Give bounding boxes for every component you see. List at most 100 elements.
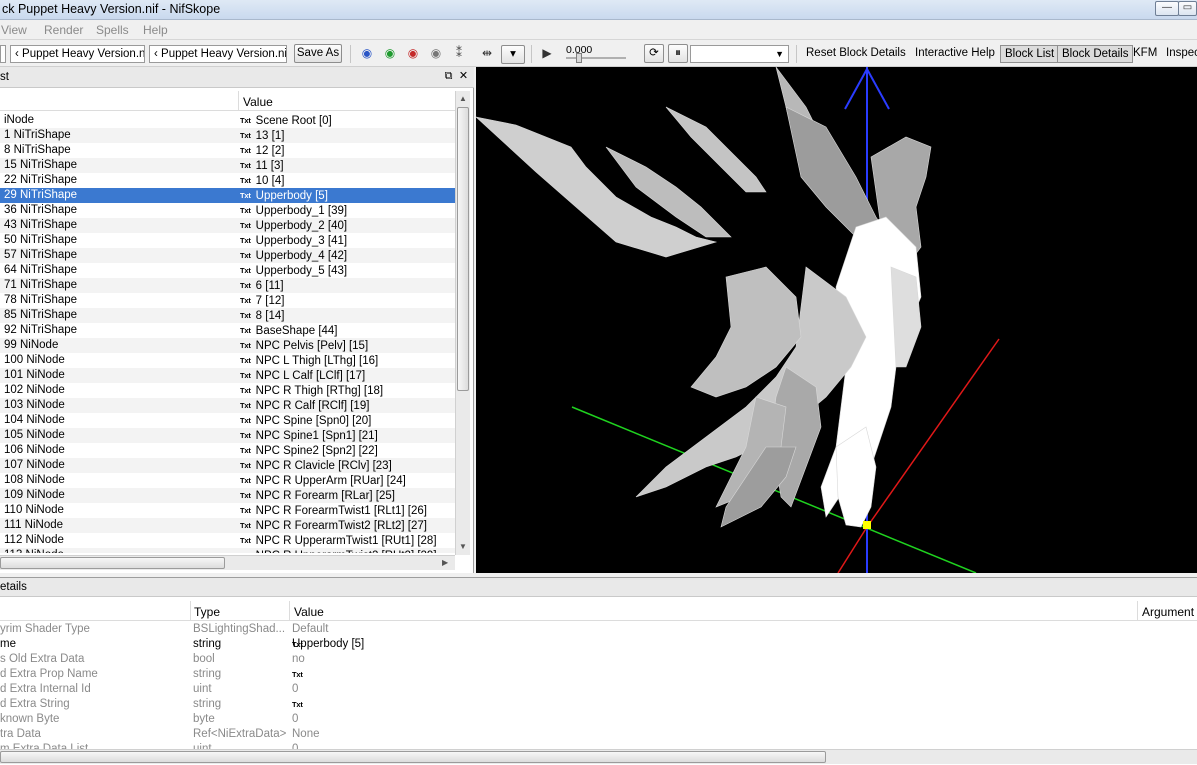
switch-icon[interactable]: ⏸ bbox=[668, 44, 688, 63]
row-value-text: NPC L Thigh [LThg] [16] bbox=[255, 355, 379, 367]
table-row[interactable]: yrim Shader Type BSLightingShad... Default bbox=[0, 622, 1197, 637]
maximize-button[interactable]: ▭ bbox=[1178, 1, 1197, 16]
table-row[interactable]: 111 NiNode Txt NPC R ForearmTwist2 [RLt2] … bbox=[0, 518, 455, 533]
menu-render[interactable]: Render bbox=[44, 23, 83, 37]
table-row[interactable]: 8 NiTriShape Txt 12 [2] bbox=[0, 143, 455, 158]
block-list-hscroll-thumb[interactable] bbox=[0, 557, 225, 569]
row-value: Txt 10 [4] bbox=[240, 173, 284, 189]
table-row[interactable]: 103 NiNode Txt NPC R Calf [RClf] [19] bbox=[0, 398, 455, 413]
table-row[interactable]: 22 NiTriShape Txt 10 [4] bbox=[0, 173, 455, 188]
block-details-toggle[interactable]: Block Details bbox=[1057, 45, 1134, 63]
table-row[interactable]: iNode Txt Scene Root [0] bbox=[0, 113, 455, 128]
reset-block-details-button[interactable]: Reset Block Details bbox=[806, 47, 906, 59]
block-details-hscroll-thumb[interactable] bbox=[0, 751, 826, 763]
table-row[interactable]: 109 NiNode Txt NPC R Forearm [RLar] [25] bbox=[0, 488, 455, 503]
table-row[interactable]: tra Data Ref<NiExtraData> None bbox=[0, 727, 1197, 742]
table-row[interactable]: 99 NiNode Txt NPC Pelvis [Pelv] [15] bbox=[0, 338, 455, 353]
eye-blue-icon[interactable]: ◉ bbox=[359, 46, 375, 60]
table-row[interactable]: 100 NiNode Txt NPC L Thigh [LThg] [16] bbox=[0, 353, 455, 368]
table-row[interactable]: 106 NiNode Txt NPC Spine2 [Spn2] [22] bbox=[0, 443, 455, 458]
table-row[interactable]: 108 NiNode Txt NPC R UpperArm [RUar] [24] bbox=[0, 473, 455, 488]
table-row[interactable]: 1 NiTriShape Txt 13 [1] bbox=[0, 128, 455, 143]
scroll-right-icon[interactable]: ▶ bbox=[442, 558, 448, 568]
table-row[interactable]: 29 NiTriShape Txt Upperbody [5] bbox=[0, 188, 455, 203]
menu-spells[interactable]: Spells bbox=[96, 23, 129, 37]
table-row[interactable]: 102 NiNode Txt NPC R Thigh [RThg] [18] bbox=[0, 383, 455, 398]
details-column-type[interactable]: Type bbox=[194, 605, 220, 619]
column-divider[interactable] bbox=[190, 601, 191, 621]
column-divider[interactable] bbox=[238, 91, 239, 111]
table-row[interactable]: d Extra String string Txt bbox=[0, 697, 1197, 712]
table-row[interactable]: d Extra Prop Name string Txt bbox=[0, 667, 1197, 682]
eye-red-icon[interactable]: ◉ bbox=[405, 46, 421, 60]
footprints-icon[interactable]: ⁑ bbox=[451, 46, 467, 60]
block-list-vscroll[interactable]: ▲ ▼ bbox=[455, 91, 470, 555]
row-value-text: 12 [2] bbox=[255, 145, 285, 157]
file-combo-save[interactable]: ‹ Puppet Heavy Version.nif bbox=[149, 45, 287, 63]
inspect-button[interactable]: Inspec bbox=[1166, 47, 1197, 59]
path-combo[interactable] bbox=[0, 45, 6, 63]
minimize-button[interactable]: — bbox=[1155, 1, 1179, 16]
save-as-button[interactable]: Save As bbox=[294, 44, 342, 63]
view-dropdown-button[interactable]: ▾ bbox=[501, 45, 525, 64]
close-icon[interactable]: ✕ bbox=[457, 70, 470, 83]
detail-name: s Old Extra Data bbox=[0, 653, 85, 665]
row-value-text: Upperbody_5 [43] bbox=[255, 265, 348, 277]
table-row[interactable]: 78 NiTriShape Txt 7 [12] bbox=[0, 293, 455, 308]
align-icon[interactable]: ⇹ bbox=[479, 46, 495, 60]
table-row[interactable]: 105 NiNode Txt NPC Spine1 [Spn1] [21] bbox=[0, 428, 455, 443]
table-row[interactable]: 112 NiNode Txt NPC R UpperarmTwist1 [RUt1]… bbox=[0, 533, 455, 548]
float-icon[interactable]: ⧉ bbox=[442, 70, 455, 83]
loop-icon[interactable]: ⟳ bbox=[644, 44, 664, 63]
play-icon[interactable]: ▶ bbox=[539, 46, 555, 60]
table-row[interactable]: 57 NiTriShape Txt Upperbody_4 [42] bbox=[0, 248, 455, 263]
detail-type: string bbox=[193, 638, 222, 650]
detail-type: BSLightingShad... bbox=[193, 623, 286, 635]
interactive-help-button[interactable]: Interactive Help bbox=[915, 47, 995, 59]
table-row[interactable]: 85 NiTriShape Txt 8 [14] bbox=[0, 308, 455, 323]
txt-icon: Txt bbox=[240, 386, 251, 395]
row-value: Txt 7 [12] bbox=[240, 293, 284, 309]
details-column-argument[interactable]: Argument bbox=[1142, 605, 1194, 619]
table-row[interactable]: 104 NiNode Txt NPC Spine [Spn0] [20] bbox=[0, 413, 455, 428]
column-divider[interactable] bbox=[289, 601, 290, 621]
table-row[interactable]: 101 NiNode Txt NPC L Calf [LClf] [17] bbox=[0, 368, 455, 383]
table-row[interactable]: 71 NiTriShape Txt 6 [11] bbox=[0, 278, 455, 293]
eye-green-icon[interactable]: ◉ bbox=[382, 46, 398, 60]
animation-select[interactable]: ▼ bbox=[690, 45, 789, 63]
detail-value-text: 0 bbox=[292, 683, 299, 695]
time-slider-handle[interactable] bbox=[576, 53, 582, 63]
menu-view[interactable]: View bbox=[1, 23, 27, 37]
scroll-up-icon[interactable]: ▲ bbox=[459, 94, 467, 104]
table-row[interactable]: known Byte byte 0 bbox=[0, 712, 1197, 727]
time-slider-track[interactable] bbox=[566, 57, 626, 59]
row-value-text: NPC R UpperarmTwist1 [RUt1] [28] bbox=[255, 535, 437, 547]
block-list-hscroll[interactable]: ▶ bbox=[0, 555, 455, 570]
row-value-text: BaseShape [44] bbox=[255, 325, 338, 337]
details-column-value[interactable]: Value bbox=[294, 605, 324, 619]
table-row[interactable]: 107 NiNode Txt NPC R Clavicle [RClv] [23] bbox=[0, 458, 455, 473]
column-divider[interactable] bbox=[1137, 601, 1138, 621]
table-row[interactable]: me string Txt Upperbody [5] bbox=[0, 637, 1197, 652]
block-details-hscroll[interactable] bbox=[0, 749, 1197, 764]
kfm-button[interactable]: KFM bbox=[1133, 47, 1157, 59]
file-combo-load[interactable]: ‹ Puppet Heavy Version.nif bbox=[10, 45, 145, 63]
table-row[interactable]: 43 NiTriShape Txt Upperbody_2 [40] bbox=[0, 218, 455, 233]
block-list-vscroll-thumb[interactable] bbox=[457, 107, 469, 391]
table-row[interactable]: 50 NiTriShape Txt Upperbody_3 [41] bbox=[0, 233, 455, 248]
render-viewport[interactable] bbox=[476, 67, 1197, 573]
column-value[interactable]: Value bbox=[243, 95, 273, 109]
scroll-down-icon[interactable]: ▼ bbox=[459, 542, 467, 552]
table-row[interactable]: 113 NiNode Txt NPC R UpperarmTwist2 [RUt2]… bbox=[0, 548, 455, 553]
block-list-toggle[interactable]: Block List bbox=[1000, 45, 1060, 63]
menu-help[interactable]: Help bbox=[143, 23, 168, 37]
table-row[interactable]: 36 NiTriShape Txt Upperbody_1 [39] bbox=[0, 203, 455, 218]
table-row[interactable]: s Old Extra Data bool no bbox=[0, 652, 1197, 667]
table-row[interactable]: d Extra Internal Id uint 0 bbox=[0, 682, 1197, 697]
table-row[interactable]: 15 NiTriShape Txt 11 [3] bbox=[0, 158, 455, 173]
table-row[interactable]: 92 NiTriShape Txt BaseShape [44] bbox=[0, 323, 455, 338]
eye-gray-icon[interactable]: ◉ bbox=[428, 46, 444, 60]
table-row[interactable]: 64 NiTriShape Txt Upperbody_5 [43] bbox=[0, 263, 455, 278]
table-row[interactable]: 110 NiNode Txt NPC R ForearmTwist1 [RLt1] … bbox=[0, 503, 455, 518]
txt-icon: Txt bbox=[240, 221, 251, 230]
